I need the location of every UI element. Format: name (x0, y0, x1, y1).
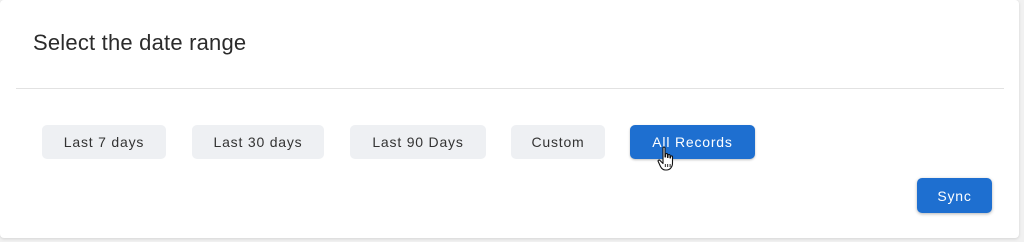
last-7-days-button[interactable]: Last 7 days (42, 125, 166, 159)
last-90-days-button[interactable]: Last 90 Days (350, 125, 486, 159)
dialog-title: Select the date range (33, 30, 247, 55)
hand-pointer-icon (657, 146, 674, 171)
last-30-days-button[interactable]: Last 30 days (192, 125, 324, 159)
all-records-button[interactable]: All Records (630, 125, 755, 159)
divider (16, 88, 1004, 89)
date-range-dialog: Select the date range Last 7 days Last 3… (0, 0, 1019, 238)
custom-range-button[interactable]: Custom (511, 125, 605, 159)
sync-button[interactable]: Sync (917, 178, 992, 213)
